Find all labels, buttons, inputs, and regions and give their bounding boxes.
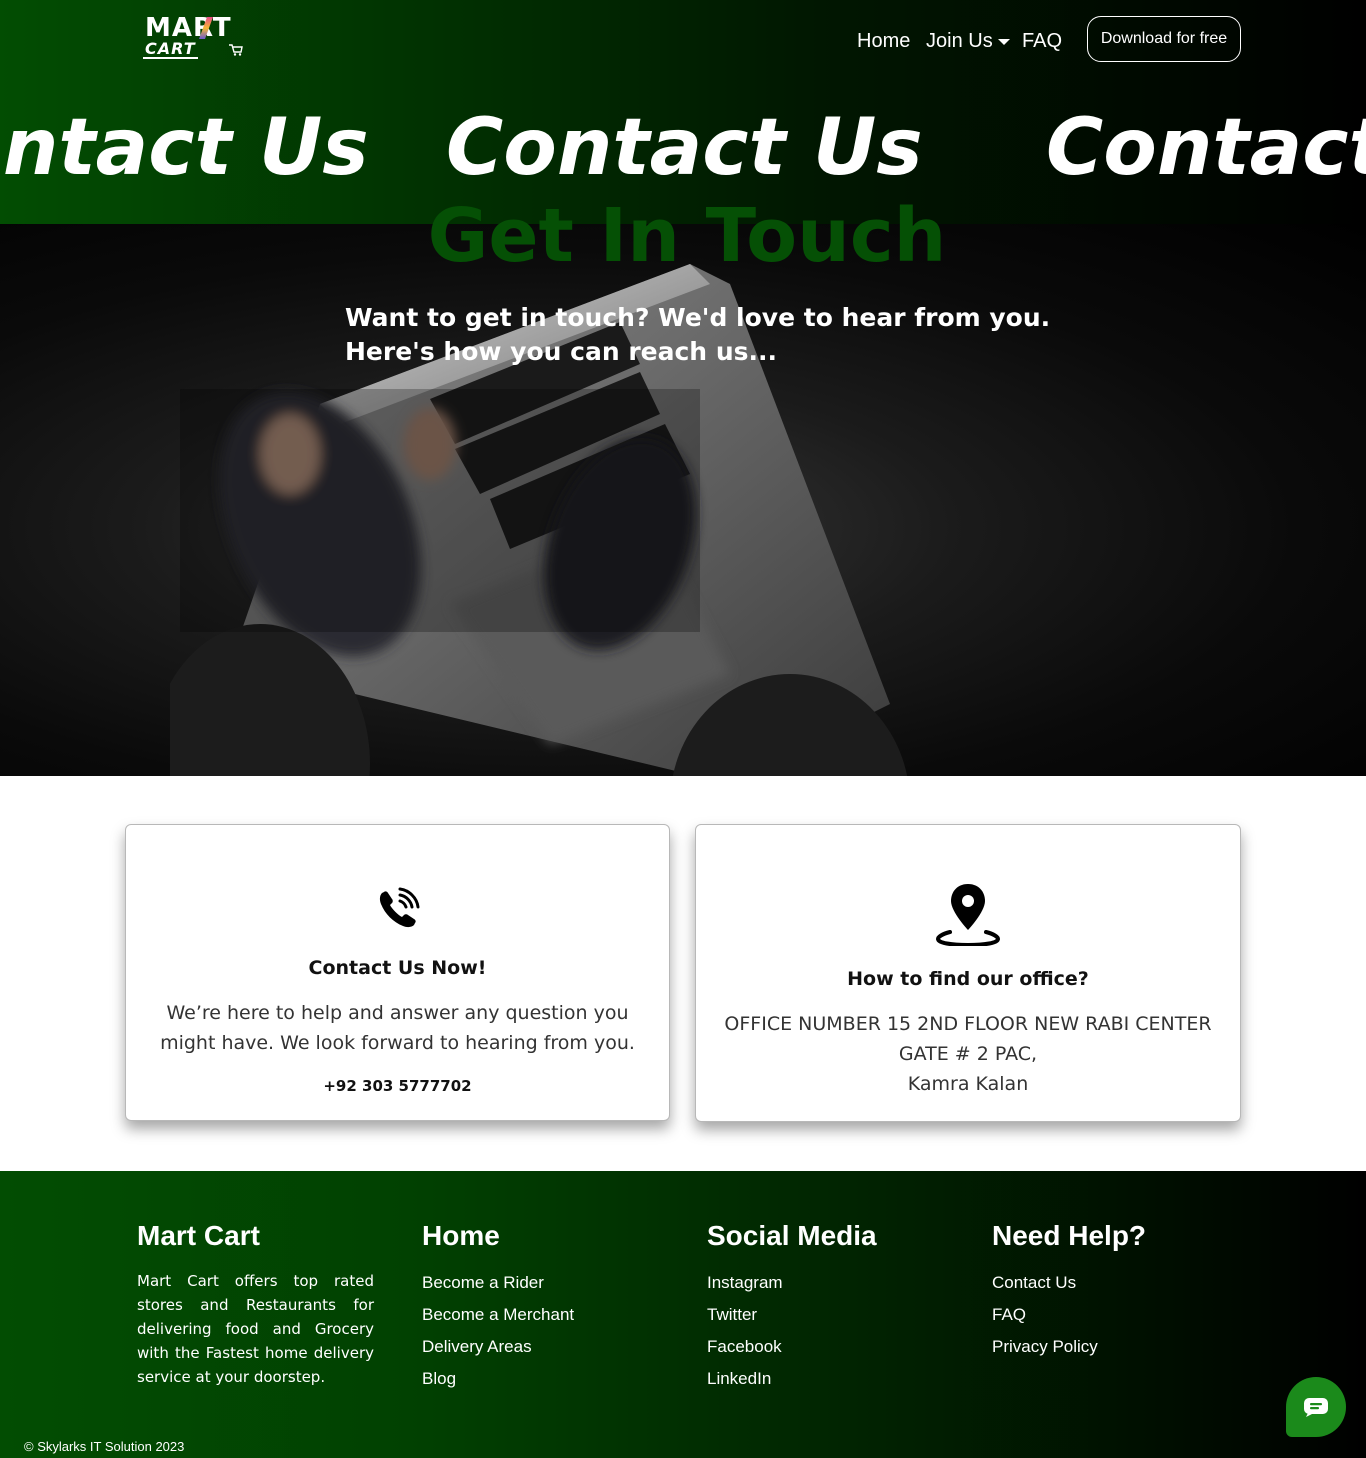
- location-pin-icon: [936, 884, 1000, 946]
- footer-link-instagram[interactable]: Instagram: [707, 1267, 877, 1299]
- footer-home-column: Home Become a Rider Become a Merchant De…: [422, 1219, 574, 1395]
- logo-text-top: MART: [145, 13, 232, 43]
- chat-button[interactable]: [1286, 1377, 1346, 1437]
- footer-social-column: Social Media Instagram Twitter Facebook …: [707, 1219, 877, 1395]
- download-button[interactable]: Download for free: [1087, 16, 1241, 62]
- chat-icon: [1304, 1398, 1328, 1417]
- office-card: How to find our office? OFFICE NUMBER 15…: [695, 824, 1241, 1122]
- footer-social-links: Instagram Twitter Facebook LinkedIn: [707, 1267, 877, 1395]
- office-address: OFFICE NUMBER 15 2ND FLOOR NEW RABI CENT…: [716, 1009, 1220, 1099]
- footer-home-heading: Home: [422, 1220, 500, 1251]
- logo-text-bottom: CART: [143, 39, 198, 59]
- office-address-line-1: OFFICE NUMBER 15 2ND FLOOR NEW RABI CENT…: [724, 1013, 1212, 1035]
- copyright-text: © Skylarks IT Solution 2023: [24, 1439, 185, 1454]
- contact-card-title: Contact Us Now!: [308, 957, 487, 979]
- footer-link-contact-us[interactable]: Contact Us: [992, 1267, 1146, 1299]
- logo[interactable]: MART CART: [143, 14, 249, 60]
- office-address-line-3: Kamra Kalan: [907, 1073, 1029, 1095]
- hero-subtitle: Want to get in touch? We'd love to hear …: [345, 301, 1065, 369]
- footer-about-column: Mart Cart Mart Cart offers top rated sto…: [137, 1219, 374, 1389]
- hero-overlay-box: [180, 389, 700, 632]
- footer-link-become-merchant[interactable]: Become a Merchant: [422, 1299, 574, 1331]
- footer-link-twitter[interactable]: Twitter: [707, 1299, 877, 1331]
- contact-card-text: We’re here to help and answer any questi…: [160, 1002, 635, 1054]
- hero-subtitle-line-1: Want to get in touch? We'd love to hear …: [345, 303, 1051, 332]
- footer-link-faq[interactable]: FAQ: [992, 1299, 1146, 1331]
- office-card-title: How to find our office?: [847, 968, 1089, 990]
- footer-help-links: Contact Us FAQ Privacy Policy: [992, 1267, 1146, 1363]
- banner-marquee-text: Contact Us: [446, 103, 923, 193]
- nav-join-us[interactable]: Join Us: [926, 28, 1010, 54]
- footer-social-heading: Social Media: [707, 1220, 877, 1251]
- office-address-line-2: GATE # 2 PAC,: [898, 1043, 1038, 1065]
- footer-link-linkedin[interactable]: LinkedIn: [707, 1363, 877, 1395]
- footer-link-facebook[interactable]: Facebook: [707, 1331, 877, 1363]
- footer-help-heading: Need Help?: [992, 1220, 1147, 1251]
- footer-link-delivery-areas[interactable]: Delivery Areas: [422, 1331, 574, 1363]
- site-footer: Mart Cart Mart Cart offers top rated sto…: [0, 1171, 1366, 1458]
- footer-about-text: Mart Cart offers top rated stores and Re…: [137, 1272, 374, 1386]
- nav-faq[interactable]: FAQ: [1022, 28, 1062, 54]
- contact-phone-number[interactable]: +92 303 5777702: [126, 1077, 669, 1095]
- footer-link-privacy-policy[interactable]: Privacy Policy: [992, 1331, 1146, 1363]
- nav-join-us-label: Join Us: [926, 30, 993, 52]
- nav-home[interactable]: Home: [857, 28, 910, 54]
- footer-link-become-rider[interactable]: Become a Rider: [422, 1267, 574, 1299]
- footer-home-links: Become a Rider Become a Merchant Deliver…: [422, 1267, 574, 1395]
- hero-title: Get In Touch: [427, 193, 947, 279]
- contact-card: Contact Us Now! We’re here to help and a…: [125, 824, 670, 1121]
- cart-icon: [229, 44, 243, 56]
- footer-link-blog[interactable]: Blog: [422, 1363, 574, 1395]
- hero-subtitle-line-2: Here's how you can reach us...: [345, 337, 777, 366]
- footer-about-heading: Mart Cart: [137, 1220, 260, 1251]
- caret-down-icon: [997, 39, 1010, 45]
- banner-marquee-text: Contact Us: [1046, 103, 1366, 193]
- phone-icon: [379, 887, 420, 928]
- footer-help-column: Need Help? Contact Us FAQ Privacy Policy: [992, 1219, 1146, 1363]
- banner-marquee-text: Contact Us: [0, 103, 369, 193]
